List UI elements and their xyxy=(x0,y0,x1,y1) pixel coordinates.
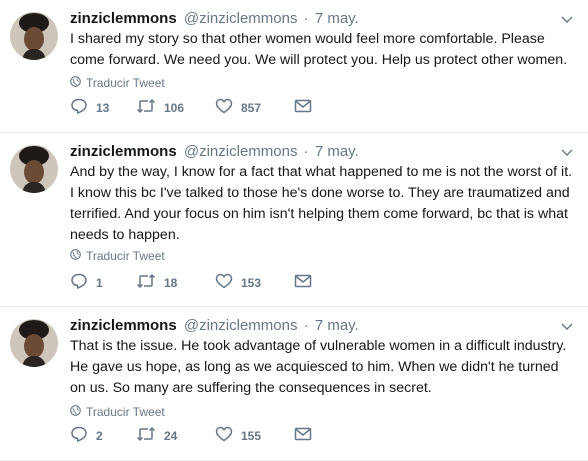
tweet-header: zinziclemmons @zinziclemmons · 7 may. xyxy=(70,142,558,162)
translate-tweet-link[interactable]: Traducir Tweet xyxy=(70,76,165,90)
separator-dot: · xyxy=(303,10,309,27)
retweet-count: 24 xyxy=(164,428,178,443)
user-handle[interactable]: @zinziclemmons xyxy=(184,317,298,334)
direct-message-button[interactable] xyxy=(294,427,320,444)
tweet-date[interactable]: 7 may. xyxy=(315,143,359,160)
translate-tweet-link[interactable]: Traducir Tweet xyxy=(70,249,165,263)
reply-count: 1 xyxy=(96,275,103,290)
translate-label: Traducir Tweet xyxy=(86,76,165,90)
message-icon xyxy=(294,99,320,116)
tweet-actions: 2 24 155 xyxy=(70,426,320,445)
tweet[interactable]: zinziclemmons @zinziclemmons · 7 may. An… xyxy=(0,133,588,307)
tweet-header: zinziclemmons @zinziclemmons · 7 may. xyxy=(70,316,558,336)
avatar[interactable] xyxy=(10,12,58,60)
retweet-icon xyxy=(136,426,164,445)
globe-icon xyxy=(70,249,86,263)
tweet[interactable]: zinziclemmons @zinziclemmons · 7 may. I … xyxy=(0,0,588,133)
tweet[interactable]: zinziclemmons @zinziclemmons · 7 may. Th… xyxy=(0,307,588,461)
direct-message-button[interactable] xyxy=(294,274,320,291)
tweet-text-line: That is the issue. He took advantage of … xyxy=(70,338,567,354)
reply-button[interactable]: 2 xyxy=(70,426,136,445)
retweet-count: 18 xyxy=(164,275,178,290)
tweet-text: And by the way, I know for a fact that w… xyxy=(70,162,580,246)
display-name[interactable]: zinziclemmons xyxy=(70,143,177,160)
retweet-button[interactable]: 24 xyxy=(136,426,215,445)
translate-tweet-link[interactable]: Traducir Tweet xyxy=(70,405,165,419)
translate-label: Traducir Tweet xyxy=(86,405,165,419)
tweet-actions: 13 106 857 xyxy=(70,98,320,117)
user-handle[interactable]: @zinziclemmons xyxy=(184,10,298,27)
reply-button[interactable]: 13 xyxy=(70,98,136,117)
like-count: 153 xyxy=(241,275,262,290)
chevron-down-icon[interactable] xyxy=(560,145,574,159)
tweet-text-line: He gave us hope, as long as we acquiesce… xyxy=(70,359,559,375)
globe-icon xyxy=(70,76,86,90)
message-icon xyxy=(294,274,320,291)
chevron-down-icon[interactable] xyxy=(560,12,574,26)
like-icon xyxy=(215,273,241,292)
retweet-count: 106 xyxy=(164,100,185,115)
reply-icon xyxy=(70,98,96,117)
reply-icon xyxy=(70,426,96,445)
tweet-actions: 1 18 153 xyxy=(70,273,320,292)
tweet-text-line: come forward. We need you. We will prote… xyxy=(70,52,568,68)
like-count: 857 xyxy=(241,100,262,115)
tweet-text-line: I shared my story so that other women wo… xyxy=(70,31,545,47)
like-button[interactable]: 153 xyxy=(215,273,294,292)
globe-icon xyxy=(70,405,86,419)
message-icon xyxy=(294,427,320,444)
display-name[interactable]: zinziclemmons xyxy=(70,317,177,334)
translate-label: Traducir Tweet xyxy=(86,249,165,263)
reply-button[interactable]: 1 xyxy=(70,273,136,292)
like-count: 155 xyxy=(241,428,262,443)
reply-icon xyxy=(70,273,96,292)
avatar[interactable] xyxy=(10,319,58,367)
like-button[interactable]: 857 xyxy=(215,98,294,117)
tweet-text-line: on us. So many are suffering the consequ… xyxy=(70,380,432,396)
like-icon xyxy=(215,426,241,445)
separator-dot: · xyxy=(303,143,309,160)
tweet-text: I shared my story so that other women wo… xyxy=(70,29,580,71)
tweet-text-line: terrified. And your focus on him isn't h… xyxy=(70,206,568,222)
tweet-date[interactable]: 7 may. xyxy=(315,10,359,27)
tweet-header: zinziclemmons @zinziclemmons · 7 may. xyxy=(70,9,558,29)
like-button[interactable]: 155 xyxy=(215,426,294,445)
separator-dot: · xyxy=(303,317,309,334)
tweet-text: That is the issue. He took advantage of … xyxy=(70,336,580,399)
tweet-text-line: needs to happen. xyxy=(70,227,180,243)
retweet-button[interactable]: 18 xyxy=(136,273,215,292)
reply-count: 2 xyxy=(96,428,103,443)
tweet-date[interactable]: 7 may. xyxy=(315,317,359,334)
avatar[interactable] xyxy=(10,145,58,193)
retweet-icon xyxy=(136,273,164,292)
reply-count: 13 xyxy=(96,100,110,115)
retweet-icon xyxy=(136,98,164,117)
tweet-text-line: And by the way, I know for a fact that w… xyxy=(70,164,573,180)
direct-message-button[interactable] xyxy=(294,99,320,116)
retweet-button[interactable]: 106 xyxy=(136,98,215,117)
chevron-down-icon[interactable] xyxy=(560,319,574,333)
user-handle[interactable]: @zinziclemmons xyxy=(184,143,298,160)
like-icon xyxy=(215,98,241,117)
tweet-text-line: I know this bc I've talked to those he's… xyxy=(70,185,570,201)
display-name[interactable]: zinziclemmons xyxy=(70,10,177,27)
